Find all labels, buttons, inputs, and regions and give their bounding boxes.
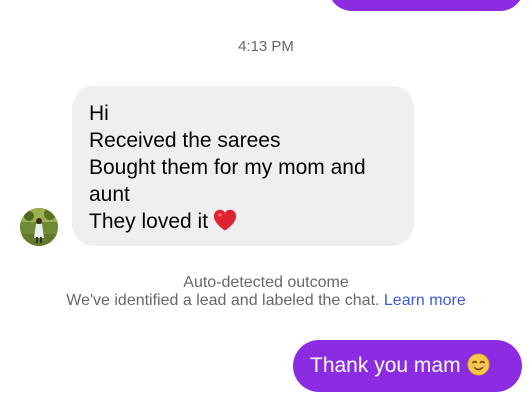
message-line: Received the sarees [89, 129, 281, 152]
outgoing-message-text: Thank you mam [310, 354, 461, 377]
avatar-image [20, 208, 58, 246]
heart-icon [213, 209, 237, 231]
message-last-line: They loved it [89, 208, 398, 235]
previous-outgoing-message-bubble[interactable] [328, 0, 524, 11]
auto-detected-outcome-title: Auto-detected outcome [183, 274, 349, 291]
smiling-face-icon [467, 353, 490, 376]
incoming-message-bubble[interactable]: Hi Received the sarees Bought them for m… [72, 86, 414, 246]
message-line: aunt [89, 183, 130, 206]
chat-thread: 4:13 PM Hi Received the sarees Bought th… [0, 0, 532, 394]
contact-avatar[interactable] [20, 208, 58, 246]
message-line: Hi [89, 102, 109, 125]
auto-detected-outcome-description: We've identified a lead and labeled the … [0, 292, 532, 310]
message-line: They loved it [89, 210, 209, 233]
outcome-description-text: We've identified a lead and labeled the … [66, 292, 380, 309]
outgoing-message-bubble[interactable]: Thank you mam [293, 340, 522, 392]
message-line: Bought them for my mom and [89, 156, 366, 179]
learn-more-link[interactable]: Learn more [384, 292, 466, 309]
message-timestamp: 4:13 PM [238, 38, 294, 55]
